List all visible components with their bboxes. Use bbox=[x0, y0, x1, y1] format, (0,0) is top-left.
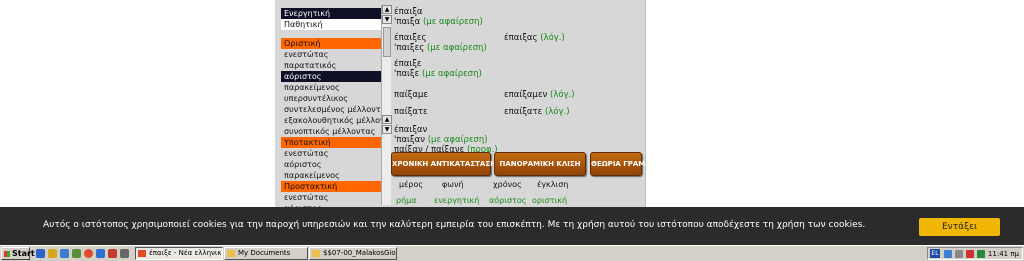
tense-item[interactable]: υπερσυντέλικος bbox=[281, 93, 381, 104]
form-3sg: έπαιξε bbox=[394, 59, 422, 69]
label-voice: φωνή bbox=[442, 180, 464, 189]
form-2sg: έπαιξες bbox=[394, 33, 427, 43]
scroll-thumb[interactable] bbox=[383, 27, 391, 57]
tense-item[interactable]: ενεστώτας bbox=[281, 148, 381, 159]
tray-network-icon[interactable] bbox=[944, 250, 952, 258]
tense-item[interactable]: παρακείμενος bbox=[281, 170, 381, 181]
panoramic-conjugation-button[interactable]: ΠΑΝΟΡΑΜΙΚΗ ΚΛΙΣΗ bbox=[494, 152, 586, 176]
explorer-icon[interactable] bbox=[48, 249, 57, 258]
label-tense: χρόνος bbox=[493, 180, 522, 189]
scroll-up-arrow[interactable]: ▲ bbox=[382, 5, 392, 14]
language-indicator[interactable]: EL bbox=[930, 249, 940, 258]
form-3sg-alt: 'παιξε (με αφαίρεση) bbox=[394, 69, 482, 79]
cookie-consent-bar: Αυτός ο ιστότοπος χρησιμοποιεί cookies γ… bbox=[0, 207, 1024, 245]
tense-item[interactable]: παρακείμενος bbox=[281, 82, 381, 93]
mood-header[interactable]: Οριστική bbox=[281, 38, 381, 49]
form-2sg-learned: έπαιξας (λόγ.) bbox=[504, 33, 565, 43]
tense-item[interactable]: ενεστώτας bbox=[281, 49, 381, 60]
tray-antivirus-icon[interactable] bbox=[966, 250, 974, 258]
firefox-icon[interactable] bbox=[84, 249, 93, 258]
form-1pl: παίξαμε bbox=[394, 90, 428, 100]
tense-item[interactable]: συνοπτικός μέλλοντας bbox=[281, 126, 381, 137]
folder-icon bbox=[312, 250, 320, 257]
start-button[interactable]: Start bbox=[1, 247, 35, 260]
tray-app-icon[interactable] bbox=[977, 250, 985, 258]
log-note: (λόγ.) bbox=[550, 90, 575, 100]
tense-item[interactable]: παρατατικός bbox=[281, 60, 381, 71]
voice-active[interactable]: Ενεργητική bbox=[281, 8, 381, 19]
clock: 11:41 πμ bbox=[987, 250, 1019, 258]
windows-logo-icon bbox=[4, 251, 10, 257]
taskbar-task-documents[interactable]: My Documents bbox=[224, 247, 308, 260]
form-2pl-learned: επαίξατε (λόγ.) bbox=[504, 107, 570, 117]
value-voice: ενεργητική bbox=[434, 196, 480, 205]
windows-taskbar: Start έπαιξε - Νέα ελληνική ... My Docum… bbox=[0, 245, 1024, 261]
desktop-icon[interactable] bbox=[36, 249, 45, 258]
tray-volume-icon[interactable] bbox=[955, 250, 963, 258]
temporal-substitution-button[interactable]: ΧΡΟΝΙΚΗ ΑΝΤΙΚΑΤΑΣΤΑΣΗ bbox=[391, 152, 496, 176]
mood-header[interactable]: Προστακτική bbox=[281, 181, 381, 192]
word-icon[interactable] bbox=[96, 249, 105, 258]
tense-item[interactable]: συντελεσμένος μέλλοντας bbox=[281, 104, 381, 115]
log-note: (λόγ.) bbox=[540, 33, 565, 43]
taskbar-task-browser[interactable]: έπαιξε - Νέα ελληνική ... bbox=[135, 247, 223, 260]
screen: Ενεργητική Παθητική Οριστική ενεστώτας παρ… bbox=[0, 0, 1024, 261]
mood-tense-list: Οριστική ενεστώτας παρατατικός αόριστος παρα… bbox=[281, 38, 381, 225]
form-3pl: έπαιξαν bbox=[394, 125, 428, 135]
aphairesis-note: (με αφαίρεση) bbox=[427, 135, 488, 145]
log-note: (λόγ.) bbox=[544, 107, 570, 117]
menu-scrollbar[interactable]: ▲ ▼ ▲ ▼ bbox=[381, 5, 392, 205]
grammar-menu: Ενεργητική Παθητική Οριστική ενεστώτας παρ… bbox=[281, 8, 381, 225]
form-1pl-learned: επαίξαμεν (λόγ.) bbox=[504, 90, 575, 100]
menu-gap bbox=[281, 30, 381, 38]
value-tense: αόριστος bbox=[489, 196, 527, 205]
ie-icon[interactable] bbox=[60, 249, 69, 258]
app-icon[interactable] bbox=[72, 249, 81, 258]
aphairesis-note: (με αφαίρεση) bbox=[426, 43, 487, 53]
form-3pl-alt: 'παιξαν (με αφαίρεση) bbox=[394, 135, 488, 145]
value-mood: οριστική bbox=[532, 196, 568, 205]
aphairesis-note: (με αφαίρεση) bbox=[422, 17, 483, 27]
value-part-of-speech: ρήμα bbox=[396, 196, 417, 205]
form-2pl: παίξατε bbox=[394, 107, 428, 117]
tense-item[interactable]: εξακολουθητικός μέλλοντας bbox=[281, 115, 381, 126]
mood-header[interactable]: Υποτακτική bbox=[281, 137, 381, 148]
tense-item[interactable]: ενεστώτας bbox=[281, 192, 381, 203]
form-1sg: έπαιξα bbox=[394, 7, 423, 17]
voice-passive[interactable]: Παθητική bbox=[281, 19, 381, 30]
label-mood: έγκλιση bbox=[537, 180, 569, 189]
quicklaunch-more-icon[interactable] bbox=[120, 249, 129, 258]
aphairesis-note: (με αφαίρεση) bbox=[421, 69, 482, 79]
grammar-theory-button[interactable]: ΘΕΩΡΙΑ ΓΡΑΜΜ. bbox=[590, 152, 655, 176]
browser-window-icon bbox=[138, 250, 146, 257]
cookie-accept-button[interactable]: Εντάξει bbox=[919, 218, 1000, 236]
scroll-up-arrow-lower[interactable]: ▲ bbox=[382, 115, 392, 124]
cookie-message: Αυτός ο ιστότοπος χρησιμοποιεί cookies γ… bbox=[43, 220, 866, 230]
taskbar-task-folder[interactable]: $$07-00_MalakosGiorgos... bbox=[309, 247, 397, 260]
acrobat-icon[interactable] bbox=[108, 249, 117, 258]
tense-item[interactable]: αόριστος bbox=[281, 159, 381, 170]
tense-item[interactable]: αόριστος bbox=[281, 71, 381, 82]
form-1sg-alt: 'παιξα (με αφαίρεση) bbox=[394, 17, 483, 27]
system-tray: EL 11:41 πμ bbox=[927, 247, 1023, 260]
scroll-down-arrow-top[interactable]: ▼ bbox=[382, 15, 392, 24]
form-2sg-alt: 'παιξες (με αφαίρεση) bbox=[394, 43, 487, 53]
label-part-of-speech: μέρος bbox=[399, 180, 424, 189]
folder-icon bbox=[227, 250, 235, 257]
scroll-down-arrow[interactable]: ▼ bbox=[382, 125, 392, 134]
